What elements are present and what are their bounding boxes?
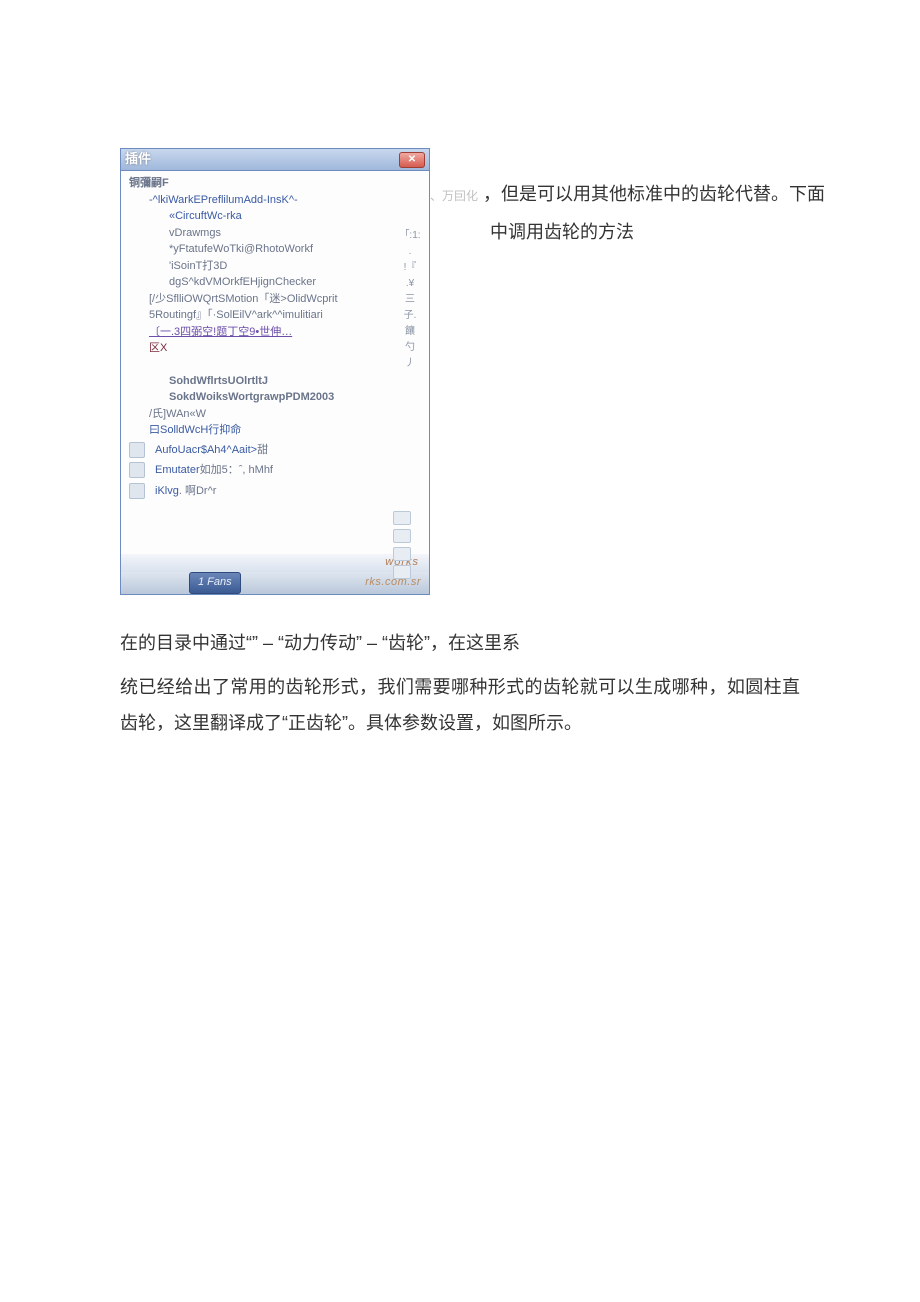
- plugin-thumb-row[interactable]: AufoUacr$Ah4^Aait>甜: [121, 439, 429, 460]
- paragraph-1: 在的目录中通过“” – “动力传动” – “齿轮”，在这里系: [120, 625, 800, 661]
- side-glyph: 三: [397, 293, 423, 309]
- dialog-titlebar: 插件 ✕: [121, 149, 429, 171]
- plugin-list-item[interactable]: SohdWflrtsUOlrtltJ: [121, 373, 429, 390]
- plugin-list-item[interactable]: 5Routingf』「·SolEilV^ark^^imulitiari: [121, 307, 429, 324]
- side-glyph: !『: [397, 261, 423, 277]
- works-brand-band: works: [121, 554, 429, 572]
- plugin-thumb-icon: [129, 462, 145, 478]
- side-glyph: 丿: [397, 357, 423, 373]
- plugin-thumb-row[interactable]: iKlvg. 啊Dr^r: [121, 480, 429, 501]
- preview-thumb: [393, 529, 411, 543]
- body-text-fragment-1-main: ，但是可以用其他标准中的齿轮代替。下面: [483, 184, 825, 204]
- plugin-thumb-label: AufoUacr$Ah4^Aait>甜: [155, 442, 268, 460]
- plugin-list-item[interactable]: 'iSoinT打3D: [121, 258, 429, 275]
- fans-chip[interactable]: 1 Fans: [189, 572, 241, 594]
- plugin-thumb-icon: [129, 442, 145, 458]
- side-glyph: .: [397, 245, 423, 261]
- plugin-list-item[interactable]: SokdWoiksWortgrawpPDM2003: [121, 389, 429, 406]
- dialog-title: 插件: [125, 149, 151, 170]
- plugin-thumb-label: iKlvg. 啊Dr^r: [155, 483, 216, 501]
- plugin-list-item[interactable]: /氏]WAn«W: [121, 406, 429, 423]
- plugin-thumb-icon: [129, 483, 145, 499]
- plugin-thumb-label: Emutater如加5：ˆ, hMhf: [155, 462, 273, 480]
- plugin-list-item[interactable]: -^lkiWarkEPreflilumAdd-InsK^-: [121, 192, 429, 209]
- side-glyph: 「:1:: [397, 229, 423, 245]
- dialog-body: 铜彌嗣F-^lkiWarkEPreflilumAdd-InsK^-«Circuf…: [121, 171, 429, 594]
- plugin-list-item[interactable]: 〔一.3四弼空!题丁空9•世伸…: [121, 324, 429, 341]
- plugin-thumb-row[interactable]: Emutater如加5：ˆ, hMhf: [121, 459, 429, 480]
- body-text-fragment-4: 中调用齿轮的方法: [490, 218, 634, 247]
- paragraph-2: 统已经给出了常用的齿轮形式，我们需要哪种形式的齿轮就可以生成哪种，如圆柱直齿轮，…: [120, 669, 800, 741]
- preview-thumb: [393, 565, 411, 579]
- plugin-list-item[interactable]: *yFtatufeWoTki@RhotoWorkf: [121, 241, 429, 258]
- preview-thumb: [393, 547, 411, 561]
- plugin-list-item[interactable]: 曰SolldWcH行抑命: [121, 422, 429, 439]
- garbled-fragment: 、万囙化: [430, 189, 478, 203]
- close-icon[interactable]: ✕: [399, 152, 425, 168]
- preview-thumb: [393, 511, 411, 525]
- plugin-list-item[interactable]: dgS^kdVMOrkfEHjignChecker: [121, 274, 429, 291]
- plugin-list-item[interactable]: 区X: [121, 340, 429, 357]
- side-glyph-column: 「:1:.!『.¥三子.饟勺丿: [397, 229, 423, 373]
- plugin-list-item[interactable]: vDrawmgs: [121, 225, 429, 242]
- side-glyph: 勺: [397, 341, 423, 357]
- body-text-fragment-1: 、万囙化 ，但是可以用其他标准中的齿轮代替。下面: [430, 180, 890, 209]
- side-glyph: .¥: [397, 277, 423, 293]
- side-glyph: 子.: [397, 309, 423, 325]
- footer-bar: 1 Fans rks.com.sr: [121, 572, 429, 594]
- body-paragraphs: 在的目录中通过“” – “动力传动” – “齿轮”，在这里系 统已经给出了常用的…: [120, 613, 800, 741]
- plugin-list-item[interactable]: «CircuftWc-rka: [121, 208, 429, 225]
- preview-thumbnail-stack: [393, 511, 411, 579]
- plugin-list-item[interactable]: 铜彌嗣F: [121, 175, 429, 192]
- plugin-dialog: 插件 ✕ 铜彌嗣F-^lkiWarkEPreflilumAdd-InsK^-«C…: [120, 148, 430, 595]
- plugin-list-item[interactable]: [/少SflliOWQrtSMotion「迷>OlidWcprit: [121, 291, 429, 308]
- side-glyph: 饟: [397, 325, 423, 341]
